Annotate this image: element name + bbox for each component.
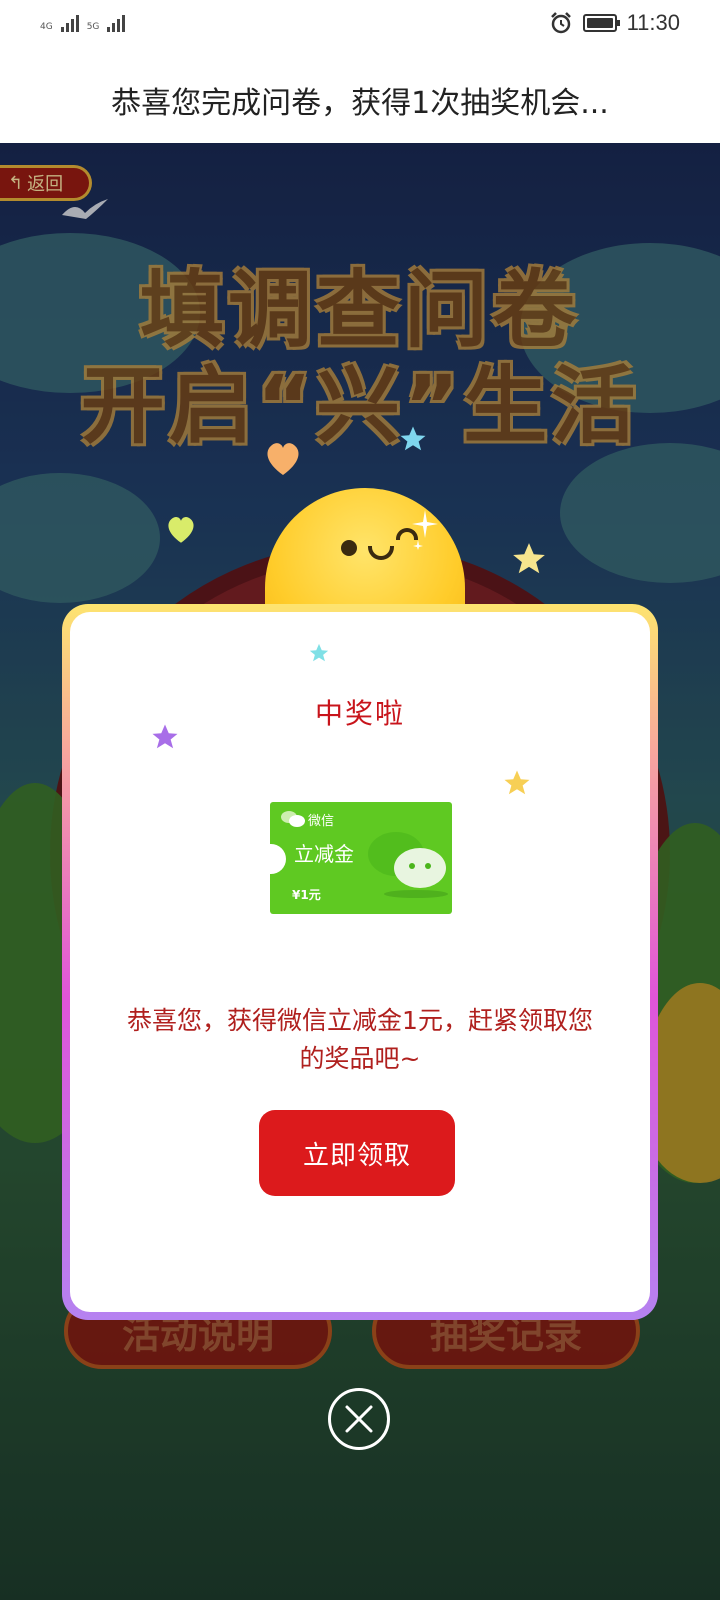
signal-indicators: 4G 5G [40, 12, 126, 32]
status-bar: 4G 5G 11:30 [0, 0, 720, 50]
signal-icon [60, 12, 79, 32]
claim-button[interactable]: 立即领取 [259, 1110, 455, 1196]
mascot-eye [341, 540, 357, 556]
close-button[interactable] [328, 1388, 390, 1450]
star-icon [504, 770, 530, 795]
heart-icon [267, 443, 299, 475]
wechat-coupon: 微信 立减金 ¥1元 [270, 802, 452, 914]
battery-icon [582, 14, 620, 32]
star-icon [513, 543, 545, 574]
prize-description: 恭喜您，获得微信立减金1元，赶紧领取您的奖品吧~ [127, 1006, 593, 1073]
coupon-title: 立减金 [294, 842, 354, 866]
alarm-icon [550, 12, 571, 34]
close-icon [345, 1405, 373, 1433]
coupon-brand: 微信 [308, 814, 335, 829]
star-icon [309, 643, 329, 662]
prize-modal: 中奖啦 微信 立减金 ¥1元 恭喜您，获得微信立减金1元，赶紧领取您的奖品吧~ … [62, 604, 658, 1320]
star-icon [400, 426, 426, 451]
title-bar: 恭喜您完成问卷，获得1次抽奖机会... [0, 50, 720, 143]
page-title: 恭喜您完成问卷，获得1次抽奖机会... [111, 86, 609, 121]
prize-modal-body: 中奖啦 微信 立减金 ¥1元 恭喜您，获得微信立减金1元，赶紧领取您的奖品吧~ … [70, 612, 650, 1312]
sparkle-icon [412, 510, 438, 550]
clock: 11:30 [626, 10, 680, 35]
sim1-label: 4G [40, 22, 53, 32]
wechat-logo-icon [368, 832, 448, 898]
signal-icon-2 [107, 12, 126, 32]
wechat-icon [281, 811, 305, 827]
coupon-value: ¥1元 [292, 888, 321, 902]
heart-icon [168, 516, 194, 543]
sim2-label: 5G [86, 22, 100, 32]
modal-title: 中奖啦 [314, 697, 405, 730]
